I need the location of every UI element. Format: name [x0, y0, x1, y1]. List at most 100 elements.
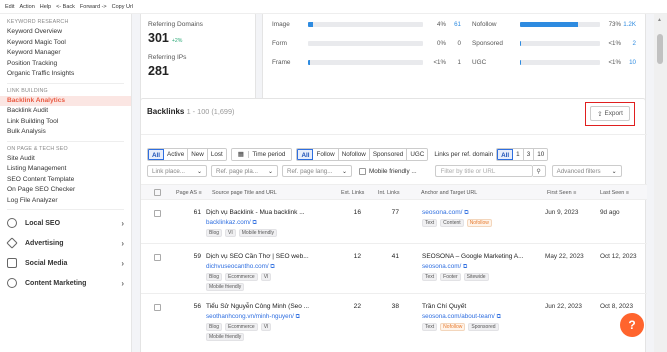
checkbox[interactable]	[359, 167, 366, 175]
export-button[interactable]: ⇪ Export	[590, 106, 630, 121]
advanced-filters-dropdown[interactable]: Advanced filters ⌄	[551, 165, 622, 177]
row-checkbox[interactable]	[154, 210, 161, 217]
scrollbar-thumb[interactable]	[657, 34, 663, 64]
group-label: Advertising	[25, 239, 64, 247]
first-seen: Jun 22, 2023	[545, 303, 582, 310]
attr-count-ugc[interactable]: 10	[620, 59, 636, 66]
per-domain-10[interactable]: 10	[534, 149, 548, 160]
sidebar-group-local-seo[interactable]: Local SEO ›	[0, 213, 131, 233]
scrollbar[interactable]: ▲	[654, 14, 667, 352]
type-count-frame: 1	[457, 59, 461, 66]
referring-domains-change: +2%	[171, 38, 183, 44]
scroll-up-icon[interactable]: ▲	[657, 17, 662, 23]
tag: Text	[422, 323, 438, 331]
menu-help[interactable]: Help	[40, 4, 51, 10]
tag: Text	[422, 219, 438, 227]
sidebar-group-social-media[interactable]: Social Media ›	[0, 253, 131, 273]
sidebar-item-link-building-tool[interactable]: Link Building Tool	[0, 117, 131, 128]
col-int-links[interactable]: Int. Links	[378, 190, 400, 196]
col-last-seen[interactable]: Last Seen ≡	[600, 190, 629, 196]
source-url[interactable]: seothanhcong.vn/minh-nguyen/ ⧉	[206, 313, 300, 321]
section-keyword-research: KEYWORD RESEARCH	[7, 19, 69, 25]
per-domain-1[interactable]: 1	[513, 149, 524, 160]
col-ext-links[interactable]: Ext. Links	[341, 190, 364, 196]
mobile-friendly-checkbox[interactable]: Mobile friendly ...	[359, 167, 417, 175]
referring-domains-value[interactable]: 301 +2%	[148, 31, 248, 45]
source-title[interactable]: Dịch vụ Backlink - Mua backlink ...	[206, 209, 305, 216]
sidebar-item-log-file-analyzer[interactable]: Log File Analyzer	[0, 196, 131, 207]
col-source-page[interactable]: Source page Title and URL	[212, 190, 277, 196]
link-placement-dropdown[interactable]: Link place... ⌄	[147, 165, 207, 177]
source-url[interactable]: dichvuseocantho.com/ ⧉	[206, 263, 275, 271]
sidebar-item-bulk-analysis[interactable]: Bulk Analysis	[0, 127, 131, 138]
search-input[interactable]: Filter by title or URL	[434, 165, 533, 177]
referring-ips-value[interactable]: 281	[148, 64, 248, 78]
target-url[interactable]: seosona.com/ ⧉	[422, 263, 467, 271]
attr-pct-sponsored: <1%	[608, 40, 621, 47]
follow-follow[interactable]: Follow	[313, 149, 339, 160]
col-page-as[interactable]: Page AS ≡	[176, 190, 202, 196]
follow-filter: All Follow Nofollow Sponsored UGC	[296, 148, 429, 161]
referring-ips-label: Referring IPs	[148, 54, 187, 61]
filter-lost[interactable]: Lost	[207, 149, 226, 160]
link-type-filter: All Active New Lost	[147, 148, 227, 161]
sidebar-item-site-audit[interactable]: Site Audit	[0, 154, 131, 165]
sidebar-item-organic-traffic-insights[interactable]: Organic Traffic Insights	[0, 69, 131, 80]
sidebar-item-on-page-seo-checker[interactable]: On Page SEO Checker	[0, 185, 131, 196]
sidebar-item-position-tracking[interactable]: Position Tracking	[0, 59, 131, 70]
filter-all[interactable]: All	[148, 149, 165, 160]
export-highlight: ⇪ Export	[585, 102, 635, 126]
sidebar-item-listing-management[interactable]: Listing Management	[0, 164, 131, 175]
target-url[interactable]: seosona.com/about-team/ ⧉	[422, 313, 501, 321]
follow-sponsored[interactable]: Sponsored	[369, 149, 408, 160]
type-label-frame: Frame	[272, 58, 291, 66]
sidebar-group-content-marketing[interactable]: Content Marketing ›	[0, 273, 131, 293]
row-checkbox[interactable]	[154, 304, 161, 311]
time-period-dropdown[interactable]: ▦ Time period	[230, 148, 293, 161]
sidebar-item-seo-content-template[interactable]: SEO Content Template	[0, 175, 131, 186]
col-first-seen[interactable]: First Seen ≡	[547, 190, 576, 196]
follow-ugc[interactable]: UGC	[407, 149, 428, 160]
source-url[interactable]: backlinkaz.com/ ⧉	[206, 219, 257, 227]
anchor-target-url[interactable]: seosona.com/ ⧉	[422, 209, 469, 217]
col-anchor-target[interactable]: Anchor and Target URL	[421, 190, 477, 196]
filter-active[interactable]: Active	[164, 149, 189, 160]
chevron-right-icon: ›	[121, 238, 124, 248]
sidebar-group-advertising[interactable]: Advertising ›	[0, 233, 131, 253]
search-button[interactable]: ⚲	[532, 165, 546, 177]
table-row: 56 Tiểu Sử Nguyễn Công Minh (Seo ... seo…	[141, 294, 647, 352]
ref-page-platform-dropdown[interactable]: Ref. page pla... ⌄	[211, 165, 278, 177]
source-title[interactable]: Dịch vụ SEO Cần Thơ | SEO web...	[206, 253, 309, 260]
per-domain-all[interactable]: All	[497, 149, 514, 160]
type-count-image[interactable]: 61	[445, 21, 461, 28]
back-button[interactable]: <- Back	[56, 4, 75, 10]
forward-button[interactable]: Forward ->	[80, 4, 107, 10]
chevron-down-icon: ⌄	[196, 168, 202, 175]
type-label-image: Image	[272, 20, 290, 28]
row-checkbox[interactable]	[154, 254, 161, 261]
tag: Ecommerce	[225, 273, 258, 281]
menu-edit[interactable]: Edit	[5, 4, 14, 10]
copy-url-button[interactable]: Copy Url	[112, 4, 133, 10]
sidebar-item-keyword-manager[interactable]: Keyword Manager	[0, 48, 131, 59]
follow-all[interactable]: All	[297, 149, 314, 160]
select-all-checkbox[interactable]	[154, 189, 161, 196]
sidebar-item-keyword-overview[interactable]: Keyword Overview	[0, 27, 131, 38]
group-label: Content Marketing	[25, 279, 87, 287]
sidebar-item-keyword-magic-tool[interactable]: Keyword Magic Tool	[0, 38, 131, 49]
filter-new[interactable]: New	[188, 149, 208, 160]
follow-nofollow[interactable]: Nofollow	[338, 149, 370, 160]
section-on-page-tech-seo: ON PAGE & TECH SEO	[7, 145, 68, 152]
per-domain-3[interactable]: 3	[523, 149, 535, 160]
chevron-right-icon: ›	[121, 218, 124, 228]
attr-count-nofollow[interactable]: 1.2K	[620, 21, 636, 28]
advertising-icon	[6, 237, 18, 249]
help-button[interactable]: ?	[620, 313, 644, 337]
attr-count-sponsored[interactable]: 2	[620, 40, 636, 47]
menu-action[interactable]: Action	[19, 4, 34, 10]
target-tags: Text Content Nofollow	[422, 219, 492, 227]
source-title[interactable]: Tiểu Sử Nguyễn Công Minh (Seo ...	[206, 303, 309, 310]
sidebar-item-backlink-analytics[interactable]: Backlink Analytics	[0, 95, 131, 106]
ref-page-language-dropdown[interactable]: Ref. page lang... ⌄	[282, 165, 352, 177]
sidebar-item-backlink-audit[interactable]: Backlink Audit	[0, 106, 131, 117]
